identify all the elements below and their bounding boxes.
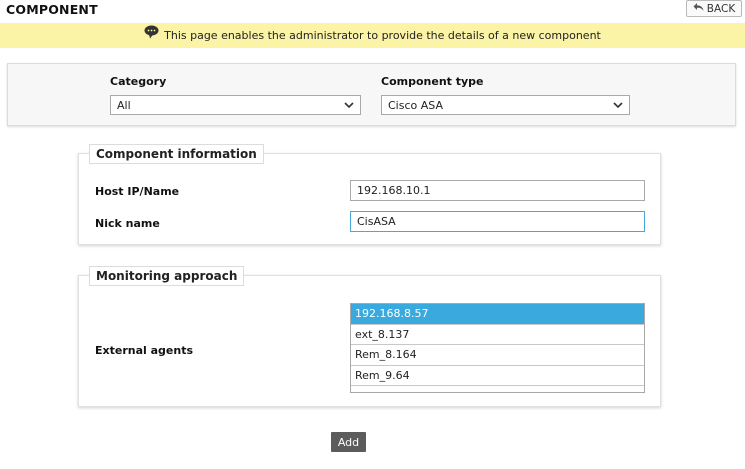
speech-bubble-icon — [144, 25, 159, 42]
undo-arrow-icon — [693, 2, 704, 15]
list-item[interactable]: ext_8.137 — [351, 325, 644, 345]
back-button-label: BACK — [706, 2, 736, 15]
chevron-down-icon — [613, 99, 623, 112]
list-item[interactable]: Rem_9.64 — [351, 366, 644, 386]
back-button[interactable]: BACK — [686, 0, 742, 17]
nick-name-label: Nick name — [95, 217, 160, 230]
component-information-section: Component information Host IP/Name 192.1… — [78, 144, 661, 245]
list-item[interactable]: Rem_8.164 — [351, 345, 644, 366]
add-button[interactable]: Add — [331, 432, 366, 452]
component-type-label: Component type — [381, 75, 484, 88]
monitoring-approach-section: Monitoring approach External agents 192.… — [78, 266, 661, 407]
category-value: All — [117, 98, 131, 112]
external-agents-label: External agents — [95, 344, 194, 357]
info-message: This page enables the administrator to p… — [164, 29, 601, 42]
host-label: Host IP/Name — [95, 185, 180, 198]
component-type-select[interactable]: Cisco ASA — [381, 95, 630, 115]
component-type-value: Cisco ASA — [388, 98, 443, 112]
info-banner: This page enables the administrator to p… — [0, 23, 745, 48]
list-item[interactable]: 192.168.8.57 — [351, 304, 644, 325]
nick-name-input[interactable]: CisASA — [350, 211, 645, 232]
category-select[interactable]: All — [110, 95, 361, 115]
monitoring-approach-legend: Monitoring approach — [89, 266, 245, 286]
page-title: COMPONENT — [6, 2, 98, 17]
chevron-down-icon — [344, 99, 354, 112]
selection-panel: Category All Component type Cisco ASA — [7, 63, 736, 126]
component-information-legend: Component information — [89, 144, 264, 164]
external-agents-list[interactable]: 192.168.8.57 ext_8.137 Rem_8.164 Rem_9.6… — [350, 303, 645, 393]
host-input[interactable]: 192.168.10.1 — [350, 180, 645, 201]
category-label: Category — [110, 75, 167, 88]
